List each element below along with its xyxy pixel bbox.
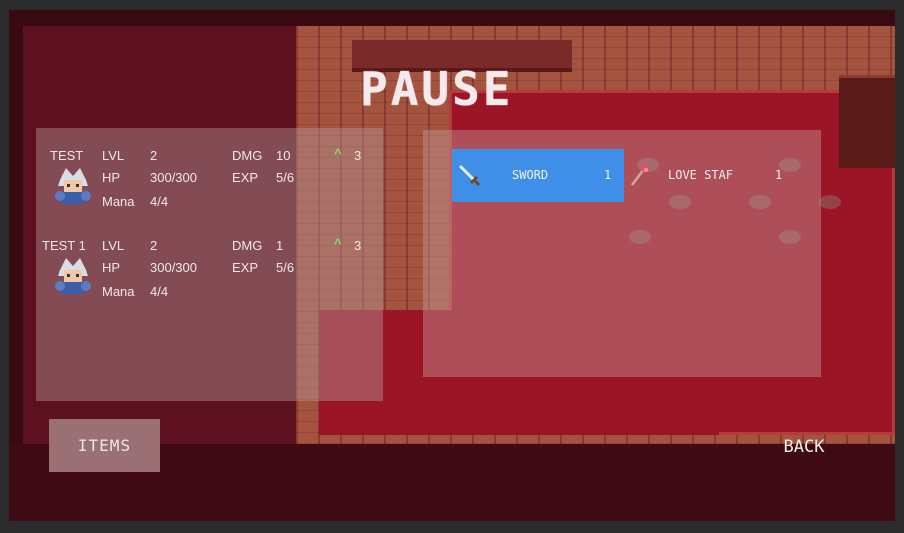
hp-value: 300/300 [150,260,197,275]
party-member[interactable]: TEST 1 LVL 2 DMG 1 ^ 3 HP 300/300 EXP 5/… [36,232,383,312]
exp-label: EXP [232,260,259,275]
dmg-value: 1 [276,238,284,253]
mana-label: Mana [102,284,135,299]
item-count: 1 [775,168,783,182]
item-count: 1 [604,168,612,182]
lvl-value: 2 [150,238,158,253]
party-panel: TEST LVL 2 DMG 10 ^ 3 HP 300/300 EXP 5/6… [36,128,383,401]
hp-value: 300/300 [150,170,197,185]
inventory-slot-sword[interactable]: SWORD 1 [452,149,624,202]
dmg-label: DMG [232,148,263,163]
levelup-arrow-icon[interactable]: ^ [334,146,342,161]
mana-value: 4/4 [150,194,169,209]
member-name: TEST 1 [42,238,86,253]
levelup-arrow-icon[interactable]: ^ [334,236,342,251]
hp-label: HP [102,170,121,185]
inventory-slot-staff[interactable]: LOVE STAF 1 [623,149,795,202]
hp-label: HP [102,260,121,275]
staff-icon [631,163,648,186]
bookshelf [839,75,895,168]
skill-points: 3 [354,238,362,253]
exp-value: 5/6 [276,170,295,185]
hero-portrait-icon [55,168,91,204]
dmg-value: 10 [276,148,291,163]
inventory-panel: SWORD 1 LOVE STAF 1 [423,130,821,377]
lvl-label: LVL [102,148,125,163]
mana-label: Mana [102,194,135,209]
skill-points: 3 [354,148,362,163]
dmg-label: DMG [232,238,263,253]
exp-value: 5/6 [276,260,295,275]
lvl-label: LVL [102,238,125,253]
item-name: LOVE STAF [668,168,734,182]
party-member[interactable]: TEST LVL 2 DMG 10 ^ 3 HP 300/300 EXP 5/6… [36,142,383,222]
sword-icon [458,164,481,187]
stool [819,195,841,209]
lvl-value: 2 [150,148,158,163]
item-name: SWORD [512,168,549,182]
member-name: TEST [50,148,84,163]
mana-value: 4/4 [150,284,169,299]
back-button[interactable]: BACK [768,432,840,462]
exp-label: EXP [232,170,259,185]
pause-title: PAUSE [360,62,514,116]
hero-portrait-icon [55,258,91,294]
items-button[interactable]: ITEMS [49,419,160,472]
